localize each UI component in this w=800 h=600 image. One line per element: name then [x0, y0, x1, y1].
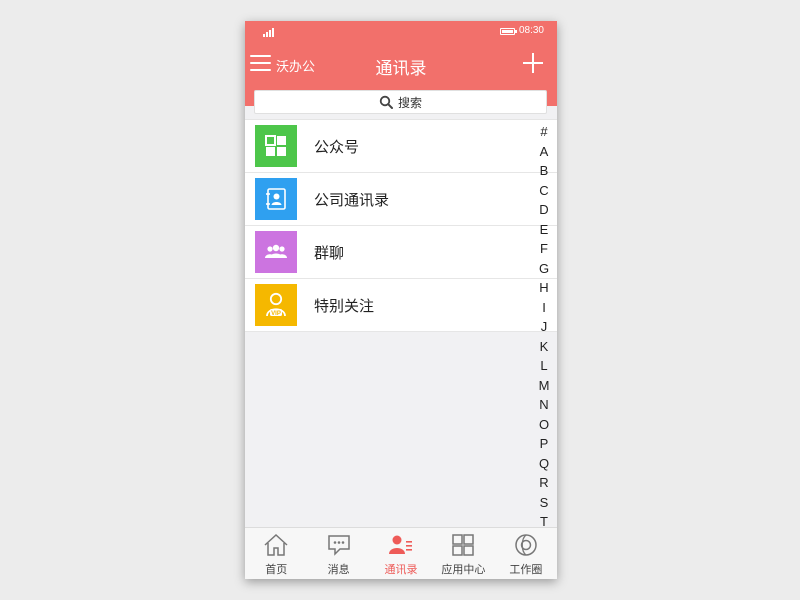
- battery-icon: [500, 28, 517, 35]
- alphabet-index-letter[interactable]: S: [538, 493, 550, 513]
- alphabet-index-letter[interactable]: N: [538, 395, 550, 415]
- alphabet-index-letter[interactable]: P: [538, 434, 550, 454]
- add-icon[interactable]: [523, 53, 543, 73]
- alphabet-index-letter[interactable]: J: [538, 317, 550, 337]
- list-item-public-accounts[interactable]: 公众号: [245, 120, 557, 173]
- camera-circle-icon: [515, 534, 537, 556]
- tab-contacts[interactable]: 通讯录: [370, 528, 432, 579]
- alphabet-index-letter[interactable]: O: [538, 415, 550, 435]
- grid-apps-icon: [255, 125, 297, 167]
- search-placeholder: 搜索: [397, 95, 422, 110]
- alphabet-index-letter[interactable]: #: [538, 122, 550, 142]
- list-item-group-chat[interactable]: 群聊: [245, 226, 557, 279]
- alphabet-index-letter[interactable]: H: [538, 278, 550, 298]
- message-icon: [327, 535, 350, 556]
- contacts-icon: [389, 535, 413, 554]
- vip-user-icon: VIP: [255, 284, 297, 326]
- group-people-icon: [255, 231, 297, 273]
- app-grid-icon: [452, 534, 475, 556]
- list-item-label: 特别关注: [314, 297, 375, 315]
- svg-text:VIP: VIP: [271, 311, 281, 317]
- list-item-label: 公司通讯录: [314, 191, 390, 209]
- page-title: 通讯录: [375, 59, 427, 79]
- alphabet-index-letter[interactable]: R: [538, 473, 550, 493]
- tab-label: 消息: [327, 563, 350, 576]
- alphabet-index-letter[interactable]: F: [538, 239, 550, 259]
- address-book-icon: [255, 178, 297, 220]
- tab-app-center[interactable]: 应用中心: [432, 528, 494, 579]
- alphabet-index-letter[interactable]: I: [538, 298, 550, 318]
- list-item-company-directory[interactable]: 公司通讯录: [245, 173, 557, 226]
- alphabet-index-letter[interactable]: C: [538, 181, 550, 201]
- list-item-label: 群聊: [314, 244, 345, 262]
- tab-work-circle[interactable]: 工作圈: [495, 528, 557, 579]
- alphabet-index-letter[interactable]: A: [538, 142, 550, 162]
- phone-screen: 08:30 沃办公 通讯录 搜索 公众号 公司通讯录 群聊 VIP 特别关注 #…: [245, 21, 557, 579]
- home-icon: [264, 533, 288, 556]
- search-icon: [379, 95, 393, 109]
- tab-label: 工作圈: [509, 563, 543, 576]
- tab-label: 应用中心: [441, 563, 486, 576]
- contact-category-list: 公众号 公司通讯录 群聊 VIP 特别关注: [245, 119, 557, 332]
- tab-messages[interactable]: 消息: [307, 528, 369, 579]
- tab-label: 首页: [265, 563, 288, 576]
- alphabet-index-letter[interactable]: E: [538, 220, 550, 240]
- alphabet-index[interactable]: # A B C D E F G H I J K L M N O P Q R S T: [538, 122, 550, 532]
- bottom-tab-bar: 首页 消息 通讯录 应用中心 工作圈: [245, 527, 557, 579]
- status-time: 08:30: [518, 25, 544, 36]
- alphabet-index-letter[interactable]: L: [538, 356, 550, 376]
- tab-home[interactable]: 首页: [245, 528, 307, 579]
- alphabet-index-letter[interactable]: Q: [538, 454, 550, 474]
- list-item-label: 公众号: [314, 138, 360, 156]
- status-bar: 08:30: [245, 21, 557, 42]
- alphabet-index-letter[interactable]: K: [538, 337, 550, 357]
- alphabet-index-letter[interactable]: G: [538, 259, 550, 279]
- alphabet-index-letter[interactable]: D: [538, 200, 550, 220]
- alphabet-index-letter[interactable]: B: [538, 161, 550, 181]
- tab-label: 通讯录: [384, 563, 418, 576]
- alphabet-index-letter[interactable]: M: [538, 376, 550, 396]
- search-input[interactable]: 搜索: [254, 90, 547, 114]
- signal-icon: [263, 28, 274, 37]
- list-item-special-follow[interactable]: VIP 特别关注: [245, 279, 557, 332]
